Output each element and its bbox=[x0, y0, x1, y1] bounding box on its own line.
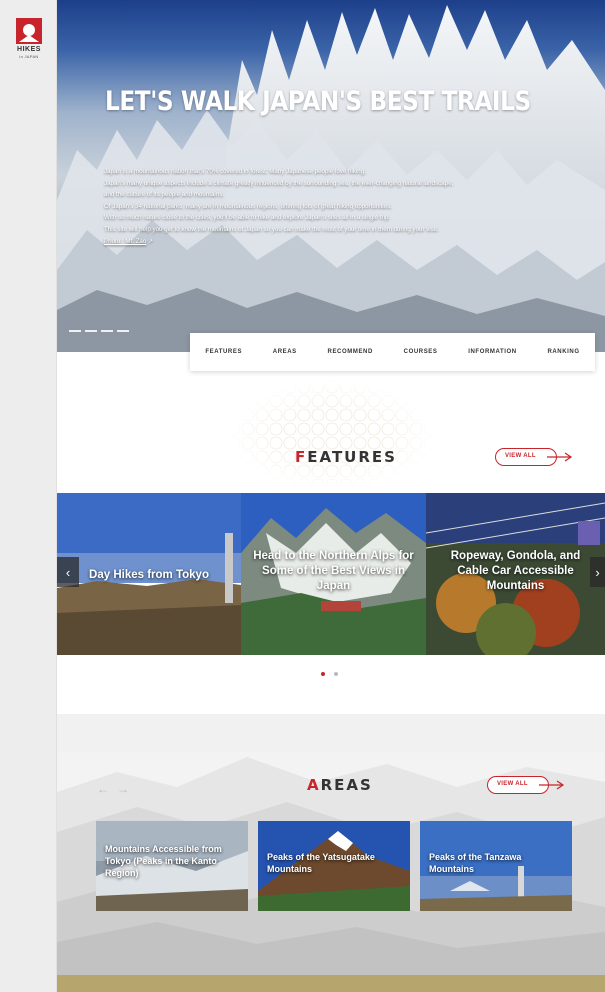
side-rail: HIKES in JAPAN bbox=[0, 0, 57, 992]
view-all-label: VIEW ALL bbox=[505, 453, 536, 459]
hero-paragraph: Japan's many unique aspects include a cl… bbox=[104, 179, 454, 187]
logo-text: HIKES bbox=[17, 46, 41, 53]
pager-dot[interactable] bbox=[334, 672, 338, 676]
nav-item-features[interactable]: FEATURES bbox=[205, 349, 242, 355]
hero-slide-dot[interactable] bbox=[101, 330, 113, 332]
area-card-caption: Peaks of the Tanzawa Mountains bbox=[429, 852, 522, 874]
features-heading-initial: F bbox=[295, 448, 308, 466]
hero-slide-dot[interactable] bbox=[85, 330, 97, 332]
features-heading: FEATURES bbox=[295, 448, 397, 466]
hero-paragraph: and the culture of its people and mounta… bbox=[104, 191, 225, 199]
feature-card[interactable]: Day Hikes from Tokyo bbox=[57, 493, 241, 655]
hero-paragraph: Of Japan's 34 national parks, many are i… bbox=[104, 202, 392, 210]
photo-credit-link[interactable]: Photo : Mt. Zao bbox=[104, 238, 146, 245]
features-heading-rest: EATURES bbox=[307, 448, 397, 466]
hero-slide-dot[interactable] bbox=[117, 330, 129, 332]
hero-paragraph: Japan is a mountainous nation that's 70%… bbox=[104, 168, 366, 175]
main-content: LET'S WALK JAPAN'S BEST TRAILS Japan is … bbox=[57, 0, 605, 992]
decorative-pattern bbox=[227, 380, 437, 490]
area-card[interactable]: Peaks of the Yatsugatake Mountains bbox=[258, 821, 410, 911]
area-card[interactable]: Peaks of the Tanzawa Mountains bbox=[420, 821, 572, 911]
areas-heading: AREAS bbox=[307, 776, 373, 794]
external-link-icon: ↗ bbox=[148, 237, 154, 245]
features-view-all-button[interactable]: VIEW ALL bbox=[495, 448, 575, 466]
nav-item-areas[interactable]: AREAS bbox=[273, 349, 297, 355]
hero-paragraph: With so much nature close to the cities,… bbox=[104, 214, 391, 222]
mountain-logo-icon bbox=[16, 18, 42, 44]
section-nav: FEATURES AREAS RECOMMEND COURSES INFORMA… bbox=[190, 333, 595, 371]
nav-item-information[interactable]: INFORMATION bbox=[468, 349, 516, 355]
hero-slide-indicators bbox=[69, 330, 129, 332]
hero-slide-dot[interactable] bbox=[69, 330, 81, 332]
arrow-right-icon bbox=[539, 780, 565, 790]
arrow-right-icon[interactable]: → bbox=[117, 782, 129, 796]
nav-item-ranking[interactable]: RANKING bbox=[547, 349, 579, 355]
areas-heading-rest: REAS bbox=[320, 776, 373, 794]
footer-band bbox=[57, 975, 605, 992]
pager-dot-active[interactable] bbox=[321, 672, 325, 676]
feature-card-caption: Ropeway, Gondola, and Cable Car Accessib… bbox=[450, 550, 581, 592]
arrow-right-icon bbox=[547, 452, 573, 462]
site-logo[interactable]: HIKES in JAPAN bbox=[11, 18, 47, 59]
hero-description: Japan is a mountainous nation that's 70%… bbox=[104, 166, 574, 247]
area-card[interactable]: Mountains Accessible from Tokyo (Peaks i… bbox=[96, 821, 248, 911]
page: HIKES in JAPAN LET'S WALK JAPAN'S BEST T… bbox=[0, 0, 605, 992]
areas-heading-initial: A bbox=[307, 776, 321, 794]
area-card-caption: Mountains Accessible from Tokyo (Peaks i… bbox=[105, 844, 222, 878]
section-divider bbox=[57, 714, 605, 752]
features-next-button[interactable]: › bbox=[590, 557, 605, 587]
feature-card-caption: Head to the Northern Alps for Some of th… bbox=[253, 550, 414, 592]
features-prev-button[interactable]: ‹ bbox=[57, 557, 79, 587]
features-slider: Day Hikes from Tokyo Head to the Norther… bbox=[57, 493, 605, 655]
feature-card[interactable]: Ropeway, Gondola, and Cable Car Accessib… bbox=[426, 493, 605, 655]
view-all-label: VIEW ALL bbox=[497, 781, 528, 787]
hero-paragraph: This site will help you get to know the … bbox=[104, 225, 439, 233]
hero-banner: LET'S WALK JAPAN'S BEST TRAILS Japan is … bbox=[57, 0, 605, 352]
areas-view-all-button[interactable]: VIEW ALL bbox=[487, 776, 567, 794]
logo-subtext: in JAPAN bbox=[19, 54, 39, 59]
hero-title: LET'S WALK JAPAN'S BEST TRAILS bbox=[105, 86, 531, 117]
areas-carousel-arrows: ← → bbox=[97, 782, 129, 796]
nav-item-recommend[interactable]: RECOMMEND bbox=[328, 349, 373, 355]
feature-card-caption: Day Hikes from Tokyo bbox=[89, 569, 209, 581]
feature-card[interactable]: Head to the Northern Alps for Some of th… bbox=[241, 493, 426, 655]
area-card-caption: Peaks of the Yatsugatake Mountains bbox=[267, 852, 375, 874]
arrow-left-icon[interactable]: ← bbox=[97, 782, 109, 796]
features-pagination bbox=[321, 672, 338, 676]
nav-item-courses[interactable]: COURSES bbox=[404, 349, 438, 355]
